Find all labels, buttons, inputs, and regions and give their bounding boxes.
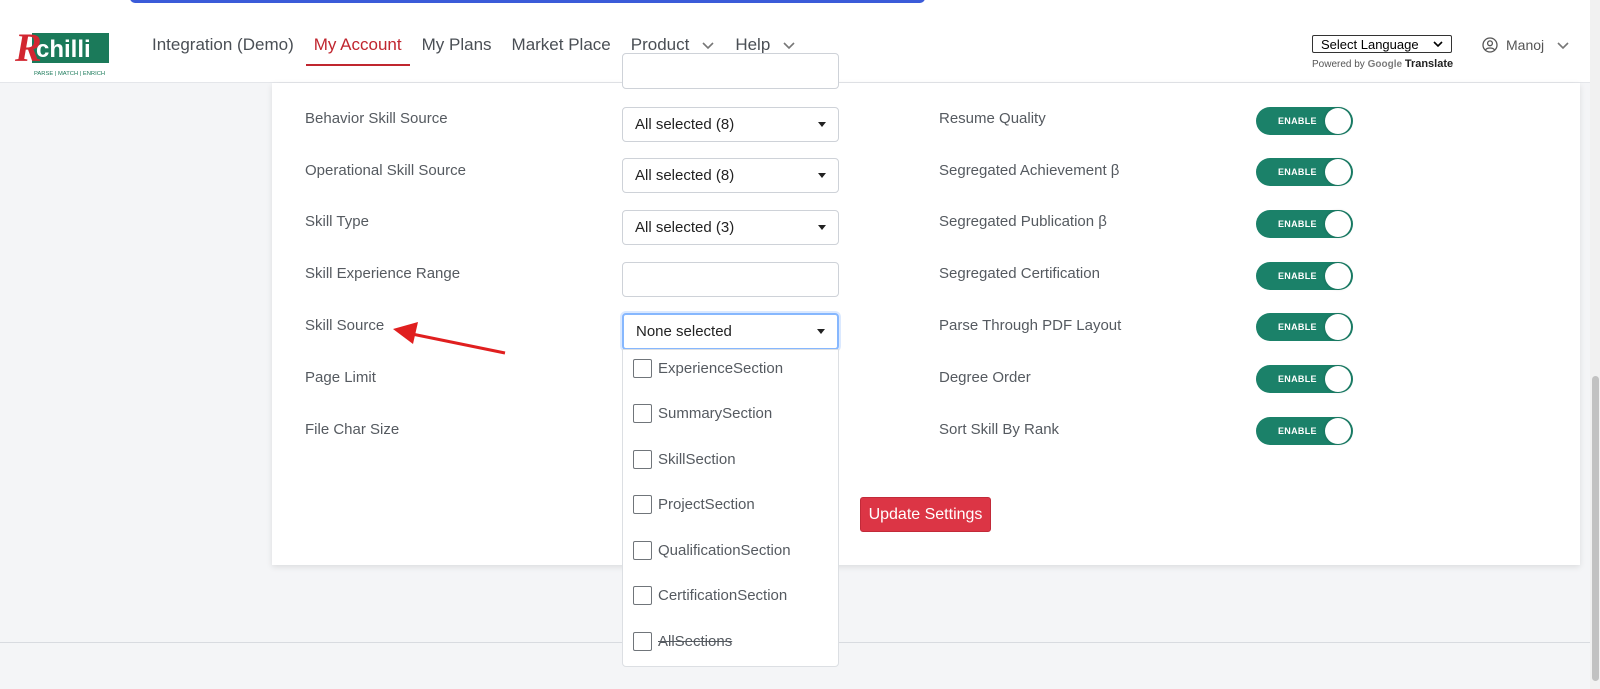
segregated-publication-toggle[interactable]: ENABLE	[1256, 210, 1353, 238]
label-file-char-size: File Char Size	[305, 421, 400, 438]
user-name: Manoj	[1506, 37, 1545, 53]
skill-source-select[interactable]: None selected	[622, 313, 839, 350]
label-degree-order: Degree Order	[939, 369, 1031, 386]
logo-tagline: PARSE | MATCH | ENRICH	[34, 71, 105, 77]
chevron-down-icon	[702, 42, 714, 50]
checkbox[interactable]	[633, 586, 652, 605]
translate-link[interactable]: Translate	[1405, 58, 1453, 70]
segregated-achievement-toggle[interactable]: ENABLE	[1256, 158, 1353, 186]
option-skill-section[interactable]: SkillSection	[633, 450, 736, 469]
chevron-down-icon	[1433, 41, 1443, 48]
nav-my-account[interactable]: My Account	[304, 7, 412, 83]
checkbox[interactable]	[633, 359, 652, 378]
option-certification-section[interactable]: CertificationSection	[633, 586, 787, 605]
label-resume-quality: Resume Quality	[939, 110, 1046, 127]
rchilli-logo[interactable]: R chilli PARSE | MATCH | ENRICH	[14, 21, 109, 77]
label-skill-experience-range: Skill Experience Range	[305, 265, 461, 282]
checkbox[interactable]	[633, 632, 652, 651]
option-qualification-section[interactable]: QualificationSection	[633, 541, 791, 560]
option-project-section[interactable]: ProjectSection	[633, 495, 755, 514]
skill-type-select[interactable]: All selected (3)	[622, 210, 839, 245]
browser-top-strip	[0, 0, 1600, 7]
label-operational-skill-source: Operational Skill Source	[305, 162, 466, 179]
sort-skill-by-rank-toggle[interactable]: ENABLE	[1256, 417, 1353, 445]
powered-by-google: Powered by Google Translate	[1312, 58, 1454, 70]
label-page-limit: Page Limit	[305, 369, 376, 386]
top-blue-bar	[130, 0, 925, 3]
checkbox[interactable]	[633, 541, 652, 560]
option-all-sections[interactable]: AllSections	[633, 632, 732, 651]
user-circle-icon	[1482, 37, 1498, 53]
operational-skill-source-select[interactable]: All selected (8)	[622, 158, 839, 193]
degree-order-toggle[interactable]: ENABLE	[1256, 365, 1353, 393]
language-select[interactable]: Select Language	[1312, 35, 1452, 53]
label-skill-type: Skill Type	[305, 213, 369, 230]
nav-integration-demo[interactable]: Integration (Demo)	[150, 7, 304, 83]
checkbox[interactable]	[633, 450, 652, 469]
nav-my-plans[interactable]: My Plans	[412, 7, 502, 83]
label-segregated-certification: Segregated Certification	[939, 265, 1100, 282]
settings-card	[272, 83, 1580, 565]
segregated-certification-toggle[interactable]: ENABLE	[1256, 262, 1353, 290]
skill-experience-range-input[interactable]	[622, 262, 839, 297]
nav-market-place[interactable]: Market Place	[502, 7, 621, 83]
user-menu[interactable]: Manoj	[1482, 37, 1570, 53]
option-summary-section[interactable]: SummarySection	[633, 404, 772, 423]
caret-down-icon	[818, 173, 826, 178]
skill-source-dropdown: ExperienceSection SummarySection SkillSe…	[622, 349, 839, 667]
hidden-field-top[interactable]	[622, 53, 839, 89]
checkbox[interactable]	[633, 404, 652, 423]
option-experience-section[interactable]: ExperienceSection	[633, 359, 783, 378]
caret-down-icon	[818, 225, 826, 230]
label-segregated-achievement: Segregated Achievement β	[939, 162, 1120, 179]
resume-quality-toggle[interactable]: ENABLE	[1256, 107, 1353, 135]
language-widget: Select Language Powered by Google Transl…	[1312, 35, 1454, 70]
parse-through-pdf-layout-toggle[interactable]: ENABLE	[1256, 313, 1353, 341]
scrollbar-thumb[interactable]	[1592, 376, 1599, 681]
caret-down-icon	[817, 329, 825, 334]
caret-down-icon	[818, 122, 826, 127]
logo-text: chilli	[36, 36, 91, 63]
chevron-down-icon	[783, 42, 795, 50]
label-skill-source: Skill Source	[305, 317, 385, 334]
label-segregated-publication: Segregated Publication β	[939, 213, 1107, 230]
update-settings-button[interactable]: Update Settings	[860, 497, 991, 532]
google-logo: Google	[1367, 59, 1403, 70]
checkbox[interactable]	[633, 495, 652, 514]
behavior-skill-source-select[interactable]: All selected (8)	[622, 107, 839, 142]
label-parse-through-pdf-layout: Parse Through PDF Layout	[939, 317, 1122, 334]
label-behavior-skill-source: Behavior Skill Source	[305, 110, 448, 127]
page-scrollbar[interactable]	[1590, 0, 1600, 689]
label-sort-skill-by-rank: Sort Skill By Rank	[939, 421, 1060, 438]
chevron-down-icon	[1557, 42, 1569, 50]
